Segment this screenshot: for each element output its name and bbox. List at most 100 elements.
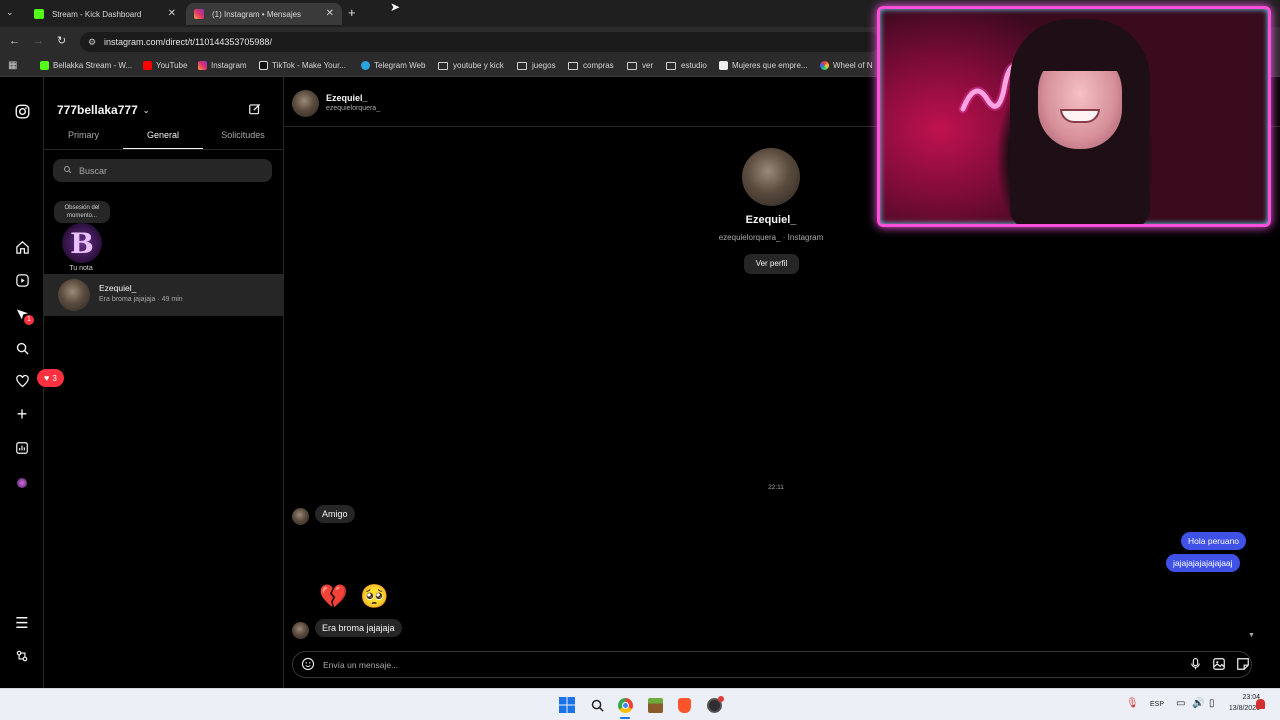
thread-row[interactable]: Ezequiel_ Era broma jajajaja · 49 min: [44, 274, 283, 316]
instagram-icon: [194, 9, 204, 19]
reels-icon[interactable]: [12, 270, 32, 290]
bookmark-item[interactable]: Telegram Web: [361, 61, 425, 70]
tab-general[interactable]: General: [123, 130, 203, 140]
bookmark-folder[interactable]: compras: [568, 61, 614, 70]
bookmark-folder[interactable]: youtube y kick: [438, 61, 504, 70]
m-logo-icon: [719, 61, 728, 70]
tab-primary[interactable]: Primary: [44, 130, 123, 140]
bookmark-item[interactable]: Instagram: [198, 61, 247, 70]
chevron-down-icon: ⌄: [142, 105, 150, 115]
instagram-icon: [198, 61, 207, 70]
image-icon[interactable]: [1212, 657, 1226, 676]
streamer-bangs: [1030, 29, 1130, 71]
view-profile-button[interactable]: Ver perfil: [744, 254, 799, 274]
youtube-icon: [143, 61, 152, 70]
dashboard-icon[interactable]: [12, 438, 32, 458]
heart-icon[interactable]: [12, 371, 32, 391]
notification-badge: 1: [24, 315, 34, 325]
microphone-icon[interactable]: 🎙: [1126, 698, 1139, 709]
clock-time[interactable]: 23:04: [1224, 694, 1260, 701]
threads-icon[interactable]: [12, 646, 32, 666]
message-timestamp: 22:11: [768, 484, 784, 491]
tab-divider: [44, 149, 283, 150]
close-tab-icon[interactable]: ✕: [326, 8, 334, 19]
new-message-icon[interactable]: [248, 102, 262, 121]
sender-avatar: [292, 622, 309, 639]
tab-instagram[interactable]: (1) Instagram • Mensajes ✕: [186, 3, 342, 25]
message-input[interactable]: Envía un mensaje...: [323, 660, 398, 670]
tab-title: Stream - Kick Dashboard: [52, 9, 142, 19]
sender-avatar: [292, 508, 309, 525]
message-composer[interactable]: Envía un mensaje...: [292, 651, 1252, 678]
message-incoming[interactable]: Amigo: [315, 505, 355, 523]
tab-title: (1) Instagram • Mensajes: [212, 9, 302, 19]
windows-start-icon[interactable]: [557, 695, 577, 715]
bookmark-item[interactable]: TikTok - Make Your...: [259, 61, 346, 70]
active-app-indicator: [620, 717, 630, 719]
account-switcher[interactable]: 777bellaka777 ⌄: [57, 103, 149, 117]
forward-icon[interactable]: →: [33, 35, 44, 47]
profile-name: Ezequiel_: [745, 214, 797, 226]
microphone-icon[interactable]: [1189, 657, 1202, 676]
language-indicator[interactable]: ESP: [1150, 701, 1164, 708]
notification-bell-icon[interactable]: [1256, 699, 1265, 709]
folder-icon: [517, 61, 527, 70]
site-info-icon[interactable]: ⚙: [88, 32, 96, 52]
wheel-icon: [820, 61, 829, 70]
volume-icon[interactable]: 🔊: [1192, 698, 1204, 709]
create-icon[interactable]: +: [12, 404, 32, 424]
reload-icon[interactable]: ↻: [57, 34, 66, 47]
note-label: Tu nota: [69, 265, 93, 272]
bookmark-item[interactable]: Mujeres que empre...: [719, 61, 808, 70]
bookmark-item[interactable]: Wheel of N: [820, 61, 873, 70]
bookmark-folder[interactable]: estudio: [666, 61, 707, 70]
message-incoming[interactable]: Era broma jajajaja: [315, 619, 402, 637]
inbox-panel: 777bellaka777 ⌄ Primary General Solicitu…: [44, 77, 284, 688]
tiktok-icon: [259, 61, 268, 70]
obs-icon[interactable]: [704, 695, 724, 715]
chrome-icon[interactable]: [615, 695, 635, 715]
menu-icon[interactable]: ☰: [12, 613, 32, 633]
note-avatar[interactable]: B: [62, 223, 102, 263]
tab-requests[interactable]: Solicitudes: [203, 130, 283, 140]
search-icon[interactable]: [587, 695, 607, 715]
avatar[interactable]: [292, 90, 319, 117]
close-tab-icon[interactable]: ✕: [168, 8, 176, 19]
home-icon[interactable]: [12, 237, 32, 257]
broken-heart-emoji[interactable]: 💔: [319, 583, 348, 610]
address-bar[interactable]: ⚙ instagram.com/direct/t/110144353705988…: [80, 32, 880, 52]
minecraft-icon[interactable]: [645, 695, 665, 715]
profile-avatar-icon[interactable]: [12, 473, 32, 493]
search-input[interactable]: Buscar: [53, 159, 272, 182]
search-icon[interactable]: [12, 338, 32, 358]
scroll-down-icon[interactable]: ▼: [1248, 632, 1255, 639]
network-icon[interactable]: ▭: [1176, 698, 1185, 709]
bookmark-item[interactable]: Bellakka Stream - W...: [40, 61, 132, 70]
search-placeholder: Buscar: [79, 165, 108, 176]
kick-icon: [34, 9, 44, 19]
message-outgoing[interactable]: Hola peruano: [1181, 532, 1247, 550]
bookmark-folder[interactable]: ver: [627, 61, 653, 70]
url-text: instagram.com/direct/t/110144353705988/: [104, 37, 272, 47]
new-tab-icon[interactable]: +: [348, 5, 356, 20]
mouse-cursor-icon: ➤: [390, 0, 401, 14]
folder-icon: [666, 61, 676, 70]
apps-grid-icon[interactable]: ▦: [8, 60, 17, 71]
chat-header-name[interactable]: Ezequiel_: [326, 93, 368, 103]
search-icon: [63, 165, 72, 176]
tab-search-icon[interactable]: ⌄: [6, 7, 14, 18]
back-icon[interactable]: ←: [9, 35, 20, 47]
sticker-icon[interactable]: [1236, 657, 1250, 676]
instagram-logo-icon[interactable]: [12, 101, 32, 121]
pleading-face-emoji[interactable]: 🥺: [360, 583, 389, 610]
clock-date[interactable]: 13/8/2026: [1212, 705, 1260, 712]
thread-preview: Era broma jajajaja · 49 min: [99, 296, 183, 303]
bookmark-item[interactable]: YouTube: [143, 61, 187, 70]
avatar: [58, 279, 90, 311]
tab-kick-dashboard[interactable]: Stream - Kick Dashboard ✕: [26, 3, 184, 25]
message-outgoing[interactable]: jajajajajajajajaaj: [1166, 554, 1240, 572]
emoji-icon[interactable]: [301, 657, 315, 676]
brave-icon[interactable]: [674, 695, 694, 715]
note-bubble[interactable]: Obsesión del momento...: [54, 201, 110, 223]
bookmark-folder[interactable]: juegos: [517, 61, 556, 70]
